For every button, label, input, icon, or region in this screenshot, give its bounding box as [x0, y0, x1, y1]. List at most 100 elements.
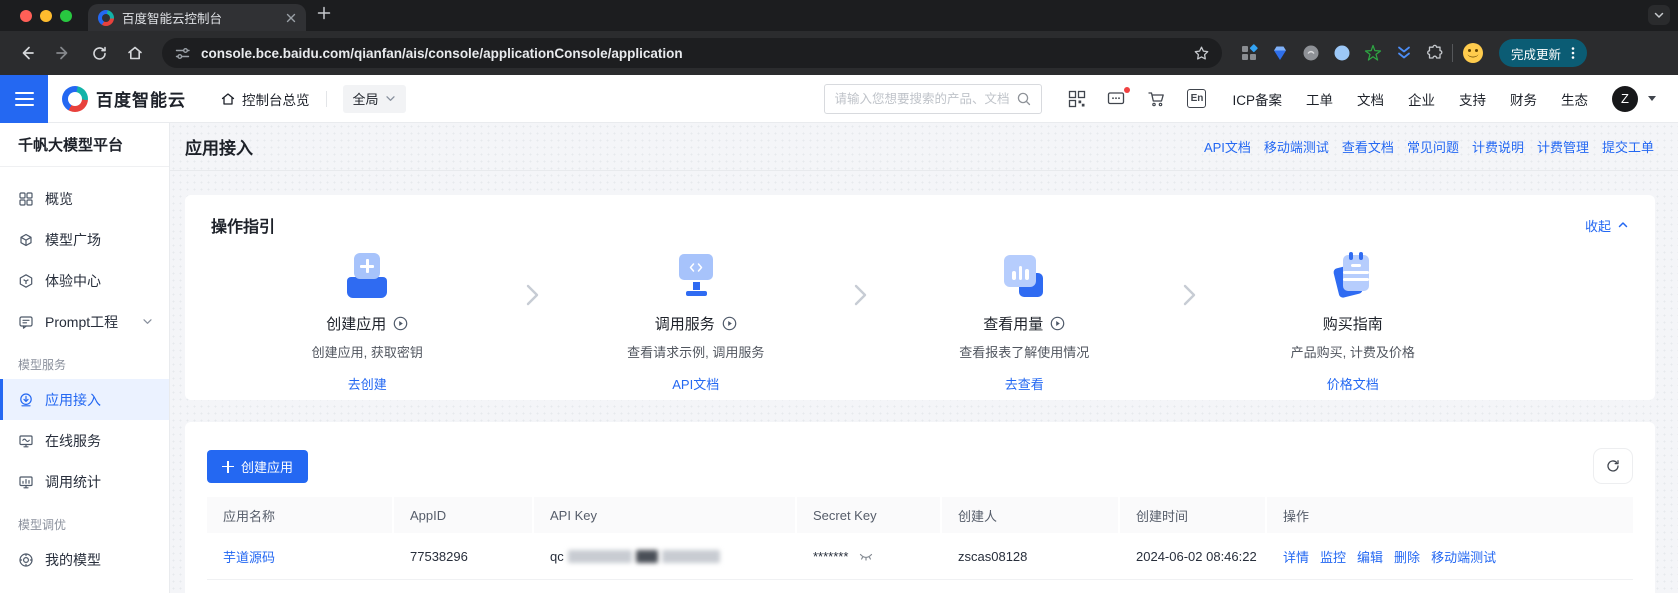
overview-label: 控制台总览 — [242, 89, 310, 109]
fullscreen-window-button[interactable] — [60, 10, 72, 22]
console-overview-link[interactable]: 控制台总览 — [220, 89, 310, 109]
chevron-down-icon — [385, 93, 396, 104]
sidebar-item-online-service[interactable]: 在线服务 — [0, 420, 169, 461]
hamburger-menu-button[interactable] — [0, 75, 48, 123]
sidebar-item-call-statistics[interactable]: 调用统计 — [0, 461, 169, 502]
sidebar-item-overview[interactable]: 概览 — [0, 178, 169, 219]
guide-api-docs-link[interactable]: API文档 — [672, 374, 719, 393]
action-monitor[interactable]: 监控 — [1320, 547, 1346, 566]
nav-link-support[interactable]: 支持 — [1459, 89, 1486, 109]
guide-title: 操作指引 — [211, 213, 275, 237]
creator-value: zscas08128 — [942, 533, 1120, 580]
action-delete[interactable]: 删除 — [1394, 547, 1420, 566]
header-link-billing-manage[interactable]: 计费管理 — [1537, 137, 1589, 156]
region-selector[interactable]: 全局 — [343, 85, 406, 113]
step-desc: 产品购买, 计费及价格 — [1291, 342, 1415, 361]
sidebar-item-model-square[interactable]: 模型广场 — [0, 219, 169, 260]
guide-price-docs-link[interactable]: 价格文档 — [1327, 374, 1379, 393]
secret-key-mask: ******* — [813, 549, 848, 564]
call-service-icon — [673, 253, 719, 299]
step-name: 购买指南 — [1323, 313, 1383, 334]
header-link-billing-info[interactable]: 计费说明 — [1472, 137, 1524, 156]
nav-link-enterprise[interactable]: 企业 — [1408, 89, 1435, 109]
step-desc: 查看请求示例, 调用服务 — [627, 342, 764, 361]
forward-button[interactable] — [48, 38, 78, 68]
bookmark-star-icon[interactable] — [1193, 45, 1210, 62]
tab-close-icon[interactable] — [284, 11, 298, 25]
ext-chevrons-icon[interactable] — [1395, 44, 1413, 62]
tab-search-button[interactable] — [1648, 5, 1670, 25]
sidebar-item-experience-center[interactable]: 体验中心 — [0, 260, 169, 301]
sidebar-item-label: 概览 — [45, 189, 73, 209]
nav-link-tickets[interactable]: 工单 — [1306, 89, 1333, 109]
eye-off-icon[interactable] — [858, 548, 874, 564]
nav-link-docs[interactable]: 文档 — [1357, 89, 1384, 109]
language-toggle[interactable]: En — [1187, 89, 1206, 108]
qr-code-icon — [1068, 90, 1086, 108]
play-video-icon[interactable] — [393, 316, 408, 331]
guide-view-usage-link[interactable]: 去查看 — [1005, 374, 1044, 393]
global-search[interactable] — [824, 84, 1042, 114]
new-tab-button[interactable] — [316, 5, 332, 26]
cart-button[interactable] — [1147, 90, 1166, 108]
action-mobile-test[interactable]: 移动端测试 — [1431, 547, 1496, 566]
ext-green-star-icon[interactable] — [1364, 44, 1382, 62]
chrome-update-button[interactable]: 完成更新 — [1499, 39, 1587, 67]
search-icon[interactable] — [1016, 91, 1032, 107]
nav-link-icp[interactable]: ICP备案 — [1232, 89, 1282, 109]
guide-step-call-service: 调用服务 查看请求示例, 调用服务 API文档 — [540, 253, 853, 393]
sidebar-item-prompt-engineering[interactable]: Prompt工程 — [0, 301, 169, 342]
profile-avatar-emoji[interactable] — [1461, 41, 1485, 65]
sidebar-item-my-models[interactable]: 我的模型 — [0, 539, 169, 580]
play-video-icon[interactable] — [1050, 316, 1065, 331]
ext-blue-circle-icon[interactable] — [1333, 44, 1351, 62]
site-settings-icon[interactable] — [174, 45, 191, 62]
action-edit[interactable]: 编辑 — [1357, 547, 1383, 566]
play-video-icon[interactable] — [722, 316, 737, 331]
ext-dashboard-icon[interactable] — [1240, 44, 1258, 62]
browser-tab[interactable]: 百度智能云控制台 — [88, 4, 306, 31]
header-link-api-docs[interactable]: API文档 — [1204, 137, 1251, 156]
ext-gem-icon[interactable] — [1271, 44, 1289, 62]
qr-code-button[interactable] — [1068, 90, 1086, 108]
col-app-id: AppID — [394, 497, 534, 533]
logo-text: 百度智能云 — [96, 86, 186, 111]
collapse-label[interactable]: 收起 — [1585, 216, 1611, 235]
kebab-menu-icon[interactable] — [1565, 45, 1581, 61]
search-input[interactable] — [834, 92, 1010, 106]
header-link-submit-ticket[interactable]: 提交工单 — [1602, 137, 1654, 156]
collapse-toggle[interactable]: 收起 — [1585, 216, 1629, 235]
create-app-button[interactable]: 创建应用 — [207, 450, 308, 483]
close-window-button[interactable] — [20, 10, 32, 22]
guide-create-link[interactable]: 去创建 — [348, 374, 387, 393]
reload-icon — [91, 45, 108, 62]
ext-gray-circle-icon[interactable] — [1302, 44, 1320, 62]
nav-link-ecosystem[interactable]: 生态 — [1561, 89, 1588, 109]
reload-button[interactable] — [84, 38, 114, 68]
sidebar-item-label: 我的模型 — [45, 550, 101, 570]
home-button[interactable] — [120, 38, 150, 68]
target-icon — [18, 552, 34, 568]
avatar-caret-icon[interactable] — [1648, 96, 1656, 101]
header-link-mobile-test[interactable]: 移动端测试 — [1264, 137, 1329, 156]
action-detail[interactable]: 详情 — [1283, 547, 1309, 566]
url-text[interactable]: console.bce.baidu.com/qianfan/ais/consol… — [201, 46, 1183, 61]
app-name-link[interactable]: 芋道源码 — [223, 547, 275, 566]
applications-table: 应用名称 AppID API Key Secret Key 创建人 创建时间 操… — [207, 497, 1633, 580]
minimize-window-button[interactable] — [40, 10, 52, 22]
window-controls[interactable] — [0, 0, 88, 31]
user-avatar[interactable]: Z — [1612, 86, 1638, 112]
back-button[interactable] — [12, 38, 42, 68]
header-link-view-docs[interactable]: 查看文档 — [1342, 137, 1394, 156]
refresh-button[interactable] — [1593, 448, 1633, 484]
baidu-cloud-logo-icon — [62, 86, 88, 112]
messages-button[interactable] — [1107, 90, 1126, 108]
header-link-faq[interactable]: 常见问题 — [1407, 137, 1459, 156]
nav-link-finance[interactable]: 财务 — [1510, 89, 1537, 109]
site-favicon — [98, 10, 114, 26]
url-bar[interactable]: console.bce.baidu.com/qianfan/ais/consol… — [162, 38, 1222, 68]
sidebar-item-label: 在线服务 — [45, 431, 101, 451]
extensions-puzzle-icon[interactable] — [1426, 44, 1444, 62]
sidebar-item-app-access[interactable]: 应用接入 — [0, 379, 169, 420]
brand-logo[interactable]: 百度智能云 — [62, 86, 186, 112]
